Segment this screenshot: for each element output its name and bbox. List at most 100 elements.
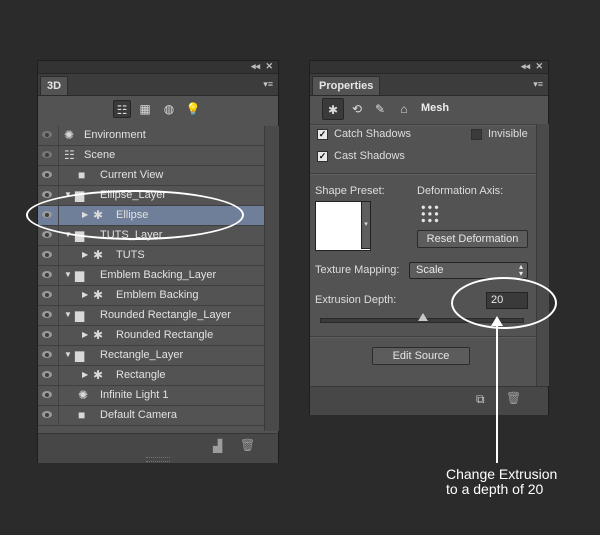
scene-icon: ☷ [64,148,75,162]
eye-icon [42,351,52,358]
expand-toggle-icon[interactable]: ▶ [82,370,88,379]
properties-scrollbar[interactable] [536,124,549,386]
visibility-toggle[interactable] [38,126,59,145]
layer-row[interactable]: ■ Default Camera [38,406,264,426]
annotation-text-line2: to a depth of 20 [446,481,544,497]
visibility-toggle[interactable] [38,246,59,265]
expand-toggle-icon[interactable]: ▼ [64,350,72,359]
render-icon[interactable]: ⧉ [476,392,485,407]
layer-label: Environment [84,129,146,141]
layer-label: Current View [100,169,164,181]
mesh-icon: ✱ [93,368,104,382]
visibility-toggle[interactable] [38,326,59,345]
mesh-icon: ✱ [93,288,104,302]
mesh-mode-icon[interactable]: ✱ [322,98,344,120]
new-light-icon[interactable]: ▟ [213,439,222,453]
layer-row[interactable]: ▶ ✱ Rounded Rectangle [38,326,264,346]
delete-icon[interactable]: 🗑 [240,438,255,452]
light-icon: ✺ [78,388,89,402]
expand-toggle-icon[interactable]: ▶ [82,290,88,299]
layer-row[interactable]: ▶ ✱ Rectangle [38,366,264,386]
panel-menu-icon[interactable]: ▾≡ [533,79,543,89]
layer-label: Rectangle_Layer [100,349,184,361]
eye-icon [42,311,52,318]
annotation-text-line1: Change Extrusion [446,466,558,482]
layer-row[interactable]: ▶ ✱ TUTS [38,246,264,266]
filter-meshes-icon[interactable]: ▦ [136,100,154,118]
visibility-toggle[interactable] [38,286,59,305]
divider [310,124,536,126]
layer-row[interactable]: ▼ ▆ Emblem Backing_Layer [38,266,264,286]
delete-icon[interactable]: 🗑 [506,391,521,405]
panel-menu-icon[interactable]: ▾≡ [263,79,273,89]
deformation-axis-label: Deformation Axis: [417,185,504,197]
layer-row[interactable]: ✺ Infinite Light 1 [38,386,264,406]
edit-source-button[interactable]: Edit Source [372,347,470,365]
panel-3d-footer: ▟ 🗑 [38,433,278,463]
filter-materials-icon[interactable]: ◍ [160,100,178,118]
extrusion-slider-thumb[interactable] [418,313,428,321]
visibility-toggle[interactable] [38,406,59,425]
mode-label: Mesh [421,102,450,114]
visibility-toggle[interactable] [38,146,59,165]
extrusion-highlight-annotation [451,277,557,329]
tab-properties[interactable]: Properties [312,76,381,95]
eye-icon [42,191,52,198]
expand-toggle-icon[interactable]: ▼ [64,310,72,319]
close-icon[interactable]: ✕ [535,61,543,72]
expand-toggle-icon[interactable]: ▶ [82,330,88,339]
collapse-icon[interactable]: ◂◂ [521,61,530,72]
eye-icon [42,131,52,138]
eye-icon [42,291,52,298]
panel-3d-tabrow: 3D ▾≡ [38,74,278,96]
visibility-toggle[interactable] [38,266,59,285]
catch-shadows-checkbox[interactable]: ✓ [317,129,328,140]
layer-label: Rectangle [116,369,166,381]
cap-mode-icon[interactable]: ✎ [371,100,389,118]
layer-label: Infinite Light 1 [100,389,169,401]
layer-scrollbar[interactable] [264,126,279,431]
mesh-icon: ✱ [93,248,104,262]
folder-icon: ▆ [75,348,85,362]
filter-lights-icon[interactable]: 💡 [184,100,202,118]
shape-preset-dropdown[interactable]: ▾ [361,201,371,249]
folder-icon: ▆ [75,308,85,322]
eye-icon [42,231,52,238]
tab-3d[interactable]: 3D [40,76,69,95]
layer-row[interactable]: ▼ ▆ Rectangle_Layer [38,346,264,366]
cast-shadows-checkbox[interactable]: ✓ [317,151,328,162]
folder-icon: ▆ [75,268,85,282]
mesh-icon: ✱ [93,328,104,342]
texture-mapping-label: Texture Mapping: [315,264,400,276]
properties-titlebar: ◂◂ ✕ [310,61,548,74]
eye-icon [42,151,52,158]
coordinates-mode-icon[interactable]: ⌂ [395,100,413,118]
visibility-toggle[interactable] [38,366,59,385]
invisible-checkbox[interactable] [471,129,482,140]
collapse-icon[interactable]: ◂◂ [251,61,260,72]
visibility-toggle[interactable] [38,306,59,325]
eye-icon [42,171,52,178]
visibility-toggle[interactable] [38,346,59,365]
deform-mode-icon[interactable]: ⟲ [348,100,366,118]
visibility-toggle[interactable] [38,166,59,185]
invisible-label: Invisible [488,128,528,140]
resize-grip[interactable] [146,457,170,462]
visibility-toggle[interactable] [38,386,59,405]
expand-toggle-icon[interactable]: ▼ [64,270,72,279]
layer-row[interactable]: ☷ Scene [38,146,264,166]
layer-row[interactable]: ■ Current View [38,166,264,186]
layer-row[interactable]: ▼ ▆ Rounded Rectangle_Layer [38,306,264,326]
layer-label: TUTS [116,249,145,261]
reset-deformation-button[interactable]: Reset Deformation [417,230,528,248]
cast-shadows-label: Cast Shadows [334,150,405,162]
deformation-axis-grid-icon[interactable] [420,204,440,224]
catch-shadows-label: Catch Shadows [334,128,412,140]
filter-whole-scene-icon[interactable]: ☷ [113,100,131,118]
layer-row[interactable]: ▶ ✱ Emblem Backing [38,286,264,306]
panel-3d: ◂◂ ✕ 3D ▾≡ ☷ ▦ ◍ 💡 ✺ Environment ☷ Scene ■ Cu… [37,60,279,463]
layer-row[interactable]: ✺ Environment [38,126,264,146]
close-icon[interactable]: ✕ [265,61,273,72]
expand-toggle-icon[interactable]: ▶ [82,250,88,259]
environment-icon: ✺ [64,128,75,142]
